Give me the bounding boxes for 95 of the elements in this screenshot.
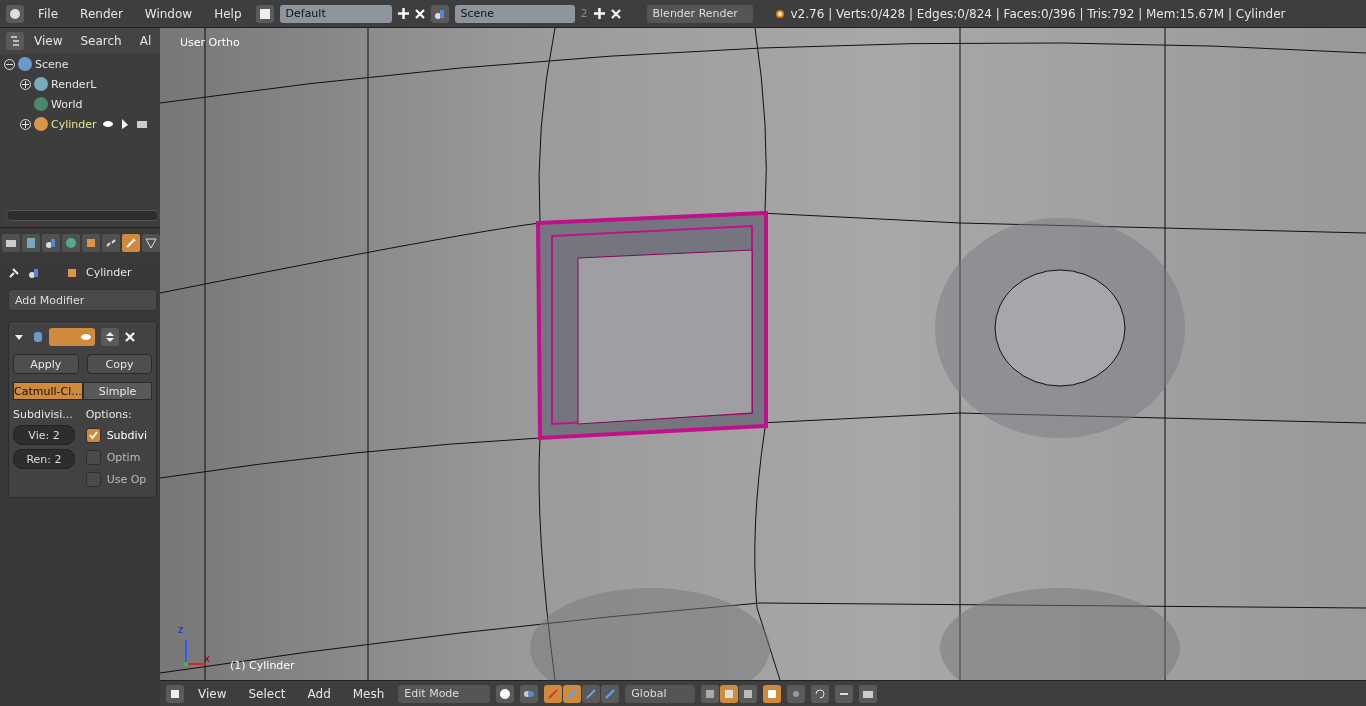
checkbox[interactable] <box>85 450 101 465</box>
option-label: Use Op <box>106 473 147 486</box>
image-icon <box>25 237 37 249</box>
subdivision-type-tab[interactable]: Catmull-Cl... <box>13 382 83 400</box>
move-updown-icon[interactable] <box>101 328 119 346</box>
scene-icon <box>45 237 57 249</box>
menu-item[interactable]: File <box>30 6 67 21</box>
scene-field[interactable]: Scene <box>454 4 575 23</box>
add-icon[interactable] <box>593 8 605 19</box>
rotate-manipulator-icon[interactable] <box>582 684 601 703</box>
wrench-icon <box>125 237 137 249</box>
close-icon[interactable] <box>414 8 425 19</box>
axis-label: x <box>204 653 210 664</box>
properties-tab[interactable] <box>62 234 80 252</box>
close-icon[interactable] <box>610 8 621 19</box>
menu-item[interactable]: Window <box>136 6 201 21</box>
subdivision-type-tab[interactable]: Simple <box>82 382 153 400</box>
view-label: User Ortho <box>180 36 240 49</box>
menu-item[interactable]: Add <box>299 686 339 701</box>
mode-dropdown[interactable]: Edit Mode <box>398 684 491 703</box>
eye-icon[interactable] <box>101 118 114 130</box>
tree-item[interactable]: Cylinder <box>51 117 97 131</box>
properties-tab[interactable] <box>142 234 160 252</box>
properties-tab[interactable] <box>102 234 120 252</box>
layout-field[interactable]: Default <box>279 4 392 23</box>
occlude-icon[interactable] <box>763 684 782 703</box>
cube-icon <box>85 237 97 249</box>
layout-icon[interactable] <box>255 4 274 23</box>
checkbox[interactable] <box>85 472 101 487</box>
context-label: Cylinder <box>86 266 132 279</box>
layers-icon <box>34 77 48 91</box>
edge-select-icon[interactable] <box>720 684 739 703</box>
tree-item[interactable]: RenderL <box>51 77 97 91</box>
close-icon[interactable] <box>125 332 135 342</box>
scrollbar[interactable] <box>6 210 160 221</box>
menu-item[interactable]: View <box>190 686 235 701</box>
number-field[interactable]: Ren: 2 <box>13 449 75 469</box>
scene-icon[interactable] <box>430 4 449 23</box>
link-icon <box>105 237 117 249</box>
scale-manipulator-icon[interactable] <box>601 684 620 703</box>
combo-manipulator-icon[interactable] <box>544 684 563 703</box>
shading-icon[interactable] <box>496 684 515 703</box>
properties-tab[interactable] <box>122 234 140 252</box>
properties-tab[interactable] <box>22 234 40 252</box>
properties-tab[interactable] <box>42 234 60 252</box>
menu-item[interactable]: Search <box>72 34 130 48</box>
scene-icon <box>28 266 40 279</box>
render-engine-dropdown[interactable]: Blender Render <box>646 4 753 23</box>
translate-manipulator-icon[interactable] <box>563 684 582 703</box>
vertex-select-icon[interactable] <box>701 684 720 703</box>
orientation-dropdown[interactable]: Global <box>625 684 696 703</box>
user-count: 2 <box>580 7 588 20</box>
cube-icon[interactable] <box>166 684 184 703</box>
menu-item[interactable]: Mesh <box>344 686 393 701</box>
number-field[interactable]: Vie: 2 <box>13 425 75 445</box>
object-label: (1) Cylinder <box>230 659 295 672</box>
menu-item[interactable]: View <box>26 34 71 48</box>
option-label: Optim <box>106 451 141 464</box>
pivot-icon[interactable] <box>520 684 539 703</box>
menu-item[interactable]: Al <box>131 34 160 48</box>
proportional-icon[interactable] <box>787 684 806 703</box>
modifier-button[interactable]: Copy <box>86 354 153 374</box>
add-icon[interactable] <box>397 8 409 19</box>
tree-item[interactable]: Scene <box>35 57 69 71</box>
expand-toggle[interactable] <box>20 78 31 90</box>
face-select-icon[interactable] <box>739 684 758 703</box>
scene-stats: v2.76 | Verts:0/428 | Edges:0/824 | Faces:0/396 | Tris:792 | Mem:15.67M | Cylinder <box>790 6 1286 21</box>
triangle-icon <box>145 237 157 249</box>
checkbox[interactable] <box>85 428 101 443</box>
option-label: Subdivi <box>106 429 148 442</box>
add-modifier-dropdown[interactable]: Add Modifier <box>8 289 158 311</box>
cube-icon <box>66 266 78 279</box>
properties-tab[interactable] <box>82 234 100 252</box>
object-icon <box>34 117 48 131</box>
globe-icon <box>65 237 77 249</box>
options-label: Options: <box>85 408 133 421</box>
scene-icon <box>18 57 32 71</box>
camera-icon[interactable] <box>135 118 148 130</box>
axis-label: z <box>178 624 185 635</box>
tree-item[interactable]: World <box>51 97 83 111</box>
menu-item[interactable]: Select <box>240 686 294 701</box>
render-icon[interactable] <box>859 684 878 703</box>
visibility-toggles-icon[interactable] <box>49 328 95 346</box>
world-icon <box>34 97 48 111</box>
expand-toggle[interactable] <box>20 118 31 130</box>
snap-icon[interactable] <box>811 684 830 703</box>
menu-item[interactable]: Help <box>206 6 250 21</box>
properties-tab[interactable] <box>2 234 20 252</box>
camera-icon <box>5 237 17 249</box>
modifier-button[interactable]: Apply <box>13 354 79 374</box>
outliner-icon[interactable] <box>6 32 24 50</box>
info-icon[interactable] <box>6 4 24 23</box>
menu-item[interactable]: Render <box>72 6 131 21</box>
pin-icon[interactable] <box>8 266 20 279</box>
subdivisions-label: Subdivisi... <box>13 408 74 421</box>
